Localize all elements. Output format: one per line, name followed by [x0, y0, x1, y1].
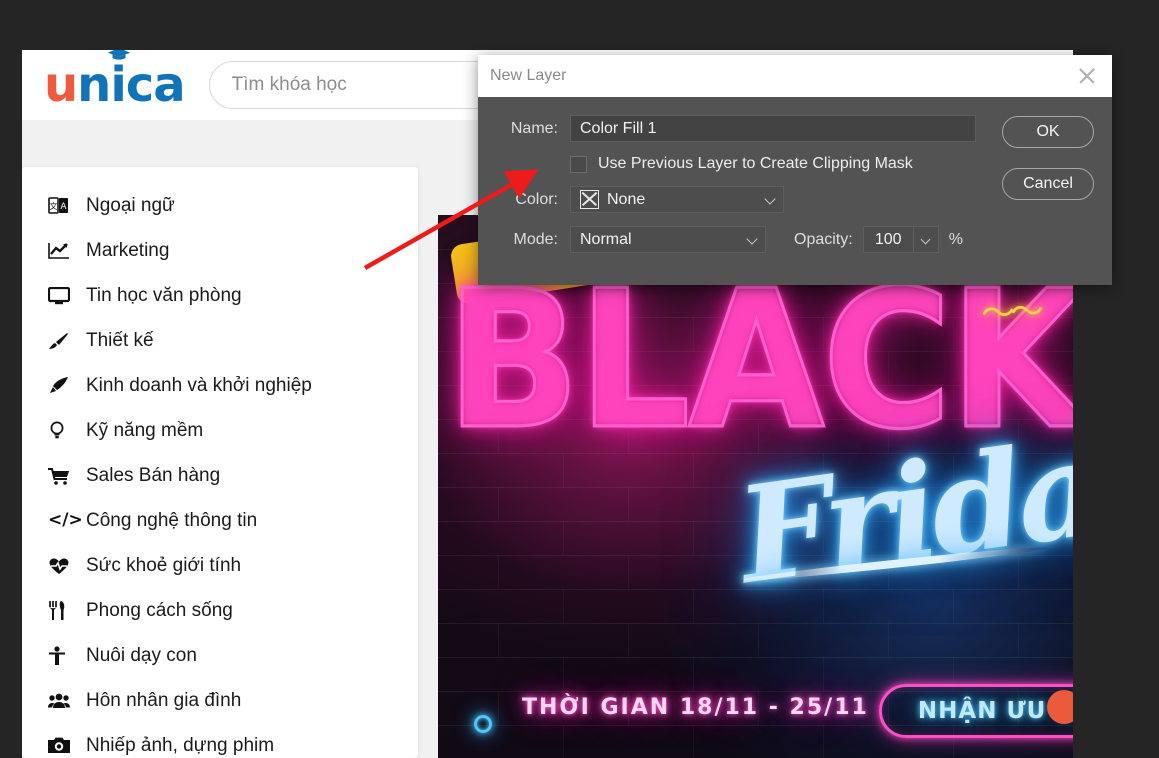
blend-mode-select[interactable]: Normal — [570, 226, 766, 253]
language-book-icon: A文 — [48, 195, 74, 217]
banner-headline: BLACK — [446, 270, 1073, 451]
opacity-unit: % — [949, 231, 963, 249]
sidebar-item-sales-ban-hang[interactable]: Sales Bán hàng — [22, 453, 418, 498]
blend-mode-value: Normal — [580, 231, 632, 249]
color-value: None — [607, 191, 645, 209]
mode-row: Mode: Normal Opacity: 100 % — [478, 226, 1112, 253]
sidebar-item-label: Sales Bán hàng — [86, 465, 220, 487]
desktop-monitor-icon — [48, 285, 74, 307]
name-label: Name: — [496, 120, 558, 138]
mode-label: Mode: — [496, 231, 558, 249]
child-icon — [48, 645, 74, 667]
neon-zigzag-icon: 〜〜 — [980, 284, 1040, 336]
chevron-down-icon — [764, 193, 775, 204]
logo-accent-letter: u — [44, 61, 77, 109]
graduation-cap-icon — [107, 50, 131, 61]
shopping-cart-icon — [48, 465, 74, 487]
ok-button[interactable]: OK — [1002, 116, 1094, 148]
dialog-titlebar: New Layer — [478, 55, 1112, 97]
logo-main-label: nica — [77, 57, 184, 113]
screen-root: u nica Tìm khóa học A文 — [0, 0, 1159, 758]
sidebar-item-tin-hoc-van-phong[interactable]: Tin học văn phòng — [22, 273, 418, 318]
clipping-mask-label: Use Previous Layer to Create Clipping Ma… — [598, 155, 913, 173]
sidebar-item-label: Kinh doanh và khởi nghiệp — [86, 375, 312, 397]
sidebar-item-cong-nghe-thong-tin[interactable]: </> Công nghệ thông tin — [22, 498, 418, 543]
sidebar-item-label: Ngoại ngữ — [86, 195, 175, 217]
sidebar-item-hon-nhan-gia-dinh[interactable]: Hôn nhân gia đình — [22, 678, 418, 723]
sidebar-item-nuoi-day-con[interactable]: Nuôi dạy con — [22, 633, 418, 678]
code-brackets-icon: </> — [48, 510, 74, 532]
sidebar-item-marketing[interactable]: Marketing — [22, 228, 418, 273]
color-select[interactable]: None — [570, 186, 784, 213]
sidebar-item-ky-nang-mem[interactable]: Kỹ năng mềm — [22, 408, 418, 453]
banner-time-text: THỜI GIAN 18/11 - 25/11 — [522, 695, 869, 720]
dialog-title: New Layer — [490, 67, 566, 85]
sidebar-item-label: Kỹ năng mềm — [86, 420, 203, 442]
lightbulb-icon — [48, 420, 74, 442]
sidebar-item-label: Marketing — [86, 240, 169, 262]
opacity-value: 100 — [875, 231, 902, 249]
dialog-body: Name: Color Fill 1 Use Previous Layer to… — [478, 97, 1112, 285]
color-label: Color: — [496, 191, 558, 209]
cancel-button[interactable]: Cancel — [1002, 168, 1094, 200]
sidebar-item-label: Thiết kế — [86, 330, 154, 352]
close-icon[interactable] — [1076, 65, 1098, 87]
layer-name-value: Color Fill 1 — [580, 120, 656, 138]
chevron-down-icon — [920, 235, 930, 245]
opacity-label: Opacity: — [794, 231, 853, 249]
fork-knife-icon — [48, 600, 74, 622]
unica-logo[interactable]: u nica — [44, 61, 185, 109]
sidebar-item-label: Công nghệ thông tin — [86, 510, 257, 532]
clipping-mask-checkbox[interactable] — [570, 156, 587, 173]
sidebar-item-phong-cach-song[interactable]: Phong cách sống — [22, 588, 418, 633]
sidebar-item-label: Nuôi dạy con — [86, 645, 197, 667]
new-layer-dialog: New Layer Name: Color Fill 1 Use Previou… — [478, 55, 1112, 285]
sidebar-item-thiet-ke[interactable]: Thiết kế — [22, 318, 418, 363]
sidebar-item-label: Nhiếp ảnh, dựng phim — [86, 735, 274, 757]
none-swatch-icon — [580, 190, 599, 209]
opacity-group: Opacity: 100 % — [794, 226, 963, 253]
neon-dot-icon — [474, 715, 492, 733]
sidebar-item-suc-khoe-gioi-tinh[interactable]: Sức khoẻ giới tính — [22, 543, 418, 588]
sidebar-item-label: Tin học văn phòng — [86, 285, 242, 307]
black-friday-banner[interactable]: ĐẠI HỘI SALE BLACK 〜〜 Friday THỜI GIAN 1… — [438, 215, 1073, 758]
chat-widget-bubble[interactable] — [1047, 690, 1073, 724]
search-input[interactable]: Tìm khóa học — [209, 61, 499, 109]
rocket-icon — [48, 375, 74, 397]
banner-cta-button[interactable]: NHẬN ƯU ĐÃI — [879, 684, 1073, 738]
sidebar-item-ngoai-ngu[interactable]: A文 Ngoại ngữ — [22, 183, 418, 228]
sidebar-item-label: Hôn nhân gia đình — [86, 690, 241, 712]
sidebar-item-label: Sức khoẻ giới tính — [86, 555, 241, 577]
chevron-down-icon — [746, 233, 757, 244]
sidebar-item-label: Phong cách sống — [86, 600, 233, 622]
camera-icon — [48, 735, 74, 757]
search-placeholder-text: Tìm khóa học — [232, 74, 347, 96]
chart-trend-icon — [48, 240, 74, 262]
sidebar-item-nhiep-anh-dung-phim[interactable]: Nhiếp ảnh, dựng phim — [22, 723, 418, 758]
sidebar-item-kinh-doanh[interactable]: Kinh doanh và khởi nghiệp — [22, 363, 418, 408]
layer-name-input[interactable]: Color Fill 1 — [570, 115, 976, 142]
paint-brush-icon — [48, 330, 74, 352]
opacity-stepper[interactable] — [913, 226, 939, 253]
svg-text:文: 文 — [50, 201, 58, 211]
opacity-input[interactable]: 100 — [863, 226, 913, 253]
heartbeat-icon — [48, 555, 74, 577]
svg-text:A: A — [60, 202, 67, 212]
logo-main-text: nica — [77, 61, 184, 109]
people-group-icon — [48, 690, 74, 712]
category-sidebar: A文 Ngoại ngữ Marketing Tin học văn phòng — [22, 167, 418, 758]
